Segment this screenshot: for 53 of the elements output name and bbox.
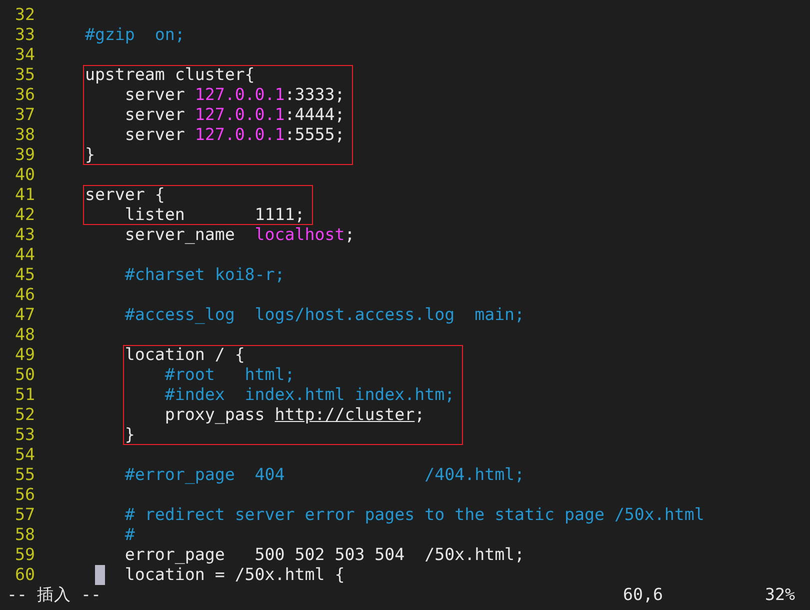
code-line: server 127.0.0.1:5555; — [124, 125, 345, 145]
code-line: error_page 500 502 503 504 /50x.html; — [124, 545, 525, 565]
code-line: server { — [84, 185, 165, 205]
line-number: 37 — [15, 105, 35, 125]
line-number: 41 — [15, 185, 35, 205]
line-number: 44 — [15, 245, 35, 265]
line-number: 52 — [15, 405, 35, 425]
mode-indicator: -- 插入 -- — [7, 585, 101, 605]
code-line: # — [124, 525, 135, 545]
line-number: 33 — [15, 25, 35, 45]
code-line: listen 1111; — [124, 205, 305, 225]
code-line: #error_page 404 /404.html; — [124, 465, 525, 485]
code-line: upstream cluster{ — [84, 65, 255, 85]
code-line: server 127.0.0.1:4444; — [124, 105, 345, 125]
line-number: 56 — [15, 485, 35, 505]
code-line: } — [124, 425, 135, 445]
code-line: server 127.0.0.1:3333; — [124, 85, 345, 105]
code-line: #gzip on; — [84, 25, 185, 45]
line-number: 58 — [15, 525, 35, 545]
line-number: 55 — [15, 465, 35, 485]
code-line: #charset koi8-r; — [124, 265, 285, 285]
line-number: 34 — [15, 45, 35, 65]
code-line: #access_log logs/host.access.log main; — [124, 305, 525, 325]
line-number: 43 — [15, 225, 35, 245]
code-line: } — [84, 145, 95, 165]
line-number: 54 — [15, 445, 35, 465]
line-number: 42 — [15, 205, 35, 225]
code-line: #root html; — [164, 365, 295, 385]
line-number: 59 — [15, 545, 35, 565]
line-number: 46 — [15, 285, 35, 305]
line-number: 35 — [15, 65, 35, 85]
line-number: 36 — [15, 85, 35, 105]
scroll-percentage: 32% — [765, 585, 795, 605]
line-number: 38 — [15, 125, 35, 145]
line-number: 45 — [15, 265, 35, 285]
code-line: # redirect server error pages to the static page /50x.html — [124, 505, 704, 525]
line-number: 51 — [15, 385, 35, 405]
line-number: 49 — [15, 345, 35, 365]
cursor-position: 60,6 — [623, 585, 664, 605]
code-line: proxy_pass http://cluster; — [164, 405, 425, 425]
line-number: 47 — [15, 305, 35, 325]
line-number: 60 — [15, 565, 35, 585]
line-number: 50 — [15, 365, 35, 385]
code-line: location / { — [124, 345, 245, 365]
line-number: 40 — [15, 165, 35, 185]
line-number: 57 — [15, 505, 35, 525]
code-line: #index index.html index.htm; — [164, 385, 455, 405]
line-number: 53 — [15, 425, 35, 445]
line-number: 48 — [15, 325, 35, 345]
line-number: 32 — [15, 5, 35, 25]
code-line: location = /50x.html { — [124, 565, 345, 585]
line-number: 39 — [15, 145, 35, 165]
code-line: server_name localhost; — [124, 225, 355, 245]
